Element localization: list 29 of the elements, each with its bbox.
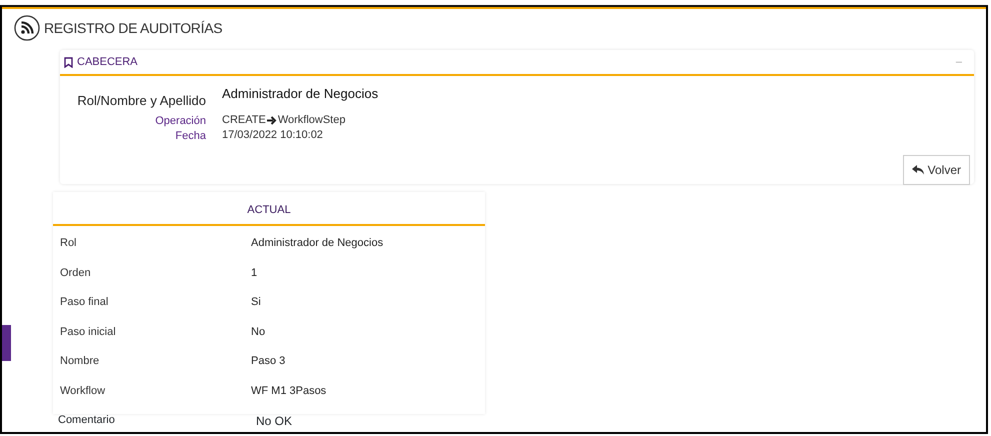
field-label: Fecha [175, 130, 206, 142]
field-value: 17/03/2022 10:10:02 [222, 128, 323, 142]
field-value: Administrador de Negocios [222, 84, 378, 103]
field-label: Workflow [60, 384, 106, 397]
arrow-right-icon [266, 116, 277, 124]
field-value: Si [251, 295, 261, 310]
field-value: No OK [256, 413, 292, 430]
field-value: WorkflowStep [278, 113, 346, 127]
field-value: Administrador de Negocios [251, 236, 384, 251]
field-label: Orden [60, 266, 91, 279]
back-button[interactable]: Volver [902, 154, 970, 184]
page-title: REGISTRO DE AUDITORÍAS [44, 18, 222, 38]
field-label: Operación [155, 114, 206, 126]
bookmark-icon [64, 56, 73, 68]
field-label: Paso inicial [60, 326, 116, 338]
field-value: Paso 3 [251, 354, 286, 370]
field-label: Comentario [58, 414, 115, 426]
field-label: Paso final [60, 296, 108, 308]
reply-icon [912, 164, 924, 174]
field-value: CREATE [222, 113, 266, 127]
field-value: No [251, 324, 266, 340]
field-label: Rol [60, 237, 77, 249]
section-title: CABECERA [77, 55, 138, 70]
field-label: Rol/Nombre y Apellido [77, 92, 206, 108]
field-label: Nombre [60, 355, 100, 368]
field-value: WF M1 3Pasos [251, 384, 326, 399]
section-title: ACTUAL [247, 204, 291, 216]
rss-icon [14, 15, 40, 41]
field-value: 1 [251, 266, 258, 281]
